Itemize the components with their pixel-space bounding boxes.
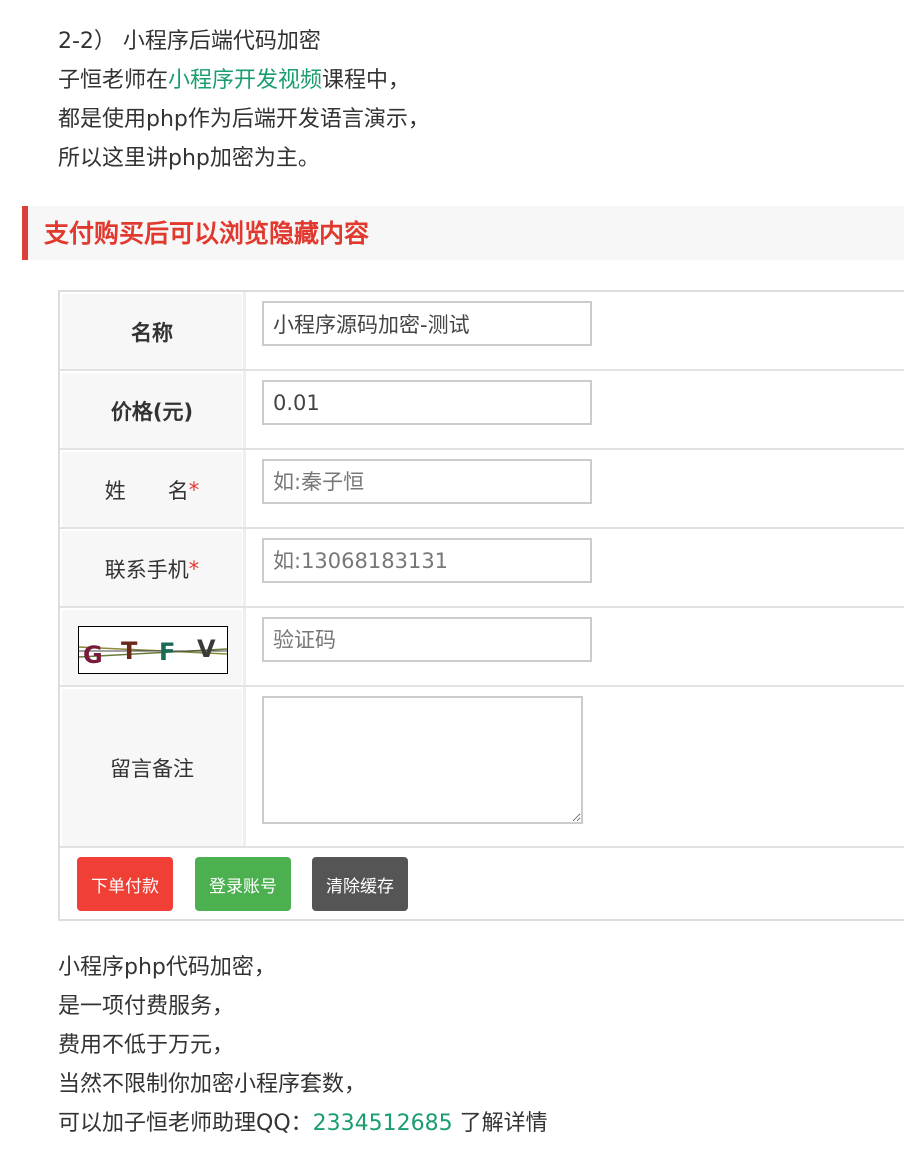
intro-line-focus: 所以这里讲php加密为主。 [58,146,320,171]
captcha-input[interactable] [262,617,592,662]
phone-label-text: 联系手机 [104,557,189,582]
column-divider [243,529,246,606]
note-label: 留言备注 [62,689,242,846]
row-divider [60,846,904,848]
captcha-char: G [83,641,103,669]
intro-line-course-pre: 子恒老师在 [58,68,169,93]
order-form: 名称 价格(元) 姓 名* 联系手机* G T F [58,290,904,921]
price-label: 价格(元) [62,373,242,448]
captcha-image[interactable]: G T F V [78,626,228,674]
intro-line-course: 子恒老师在小程序开发视频课程中， [58,61,430,100]
clear-cache-button[interactable]: 清除缓存 [312,857,408,911]
intro-line-php: 都是使用php作为后端开发语言演示， [58,107,430,132]
outro-line: 是一项付费服务， [58,994,235,1019]
column-divider [243,608,246,685]
outro-line: 当然不限制你加密小程序套数， [58,1072,367,1097]
row-fullname: 姓 名 * [60,450,904,529]
price-field[interactable] [262,380,592,425]
required-mark: * [188,477,200,502]
row-product-name: 名称 [60,292,904,371]
pay-order-button[interactable]: 下单付款 [77,857,173,911]
column-divider [243,371,246,448]
product-name-field[interactable] [262,301,592,346]
row-price: 价格(元) [60,371,904,450]
note-textarea[interactable] [262,696,583,824]
paywall-section-header: 支付购买后可以浏览隐藏内容 [22,206,904,260]
row-phone: 联系手机 * [60,529,904,608]
required-mark: * [188,556,200,581]
fullname-label-text: 姓 名 [104,478,189,503]
fullname-input[interactable] [262,459,592,504]
phone-input[interactable] [262,538,592,583]
intro-line-course-post: 课程中， [322,68,411,93]
column-divider [243,687,246,846]
intro-line-heading: 2-2） 小程序后端代码加密 [58,29,321,54]
captcha-char: V [197,635,216,663]
course-video-link[interactable]: 小程序开发视频 [168,68,322,93]
captcha-char: F [159,638,175,666]
outro-text: 小程序php代码加密， 是一项付费服务， 费用不低于万元， 当然不限制你加密小程… [58,948,548,1143]
paywall-title: 支付购买后可以浏览隐藏内容 [44,219,370,248]
captcha-char: T [121,637,138,665]
fullname-label: 姓 名 * [62,452,242,527]
intro-text: 2-2） 小程序后端代码加密 子恒老师在小程序开发视频课程中， 都是使用php作… [58,22,430,178]
row-captcha: G T F V [60,608,904,687]
product-name-label: 名称 [62,294,242,369]
qq-number: 2334512685 [312,1111,453,1136]
login-account-button[interactable]: 登录账号 [195,857,291,911]
outro-line-contact: 可以加子恒老师助理QQ：2334512685 了解详情 [58,1104,548,1143]
phone-label: 联系手机 * [62,531,242,606]
column-divider [243,450,246,527]
captcha-graphic: G T F V [78,635,228,669]
outro-line: 小程序php代码加密， [58,955,276,980]
contact-post: 了解详情 [452,1111,548,1136]
outro-line: 费用不低于万元， [58,1033,235,1058]
row-note: 留言备注 [60,687,904,848]
contact-pre: 可以加子恒老师助理QQ： [58,1111,313,1136]
column-divider [243,292,246,369]
